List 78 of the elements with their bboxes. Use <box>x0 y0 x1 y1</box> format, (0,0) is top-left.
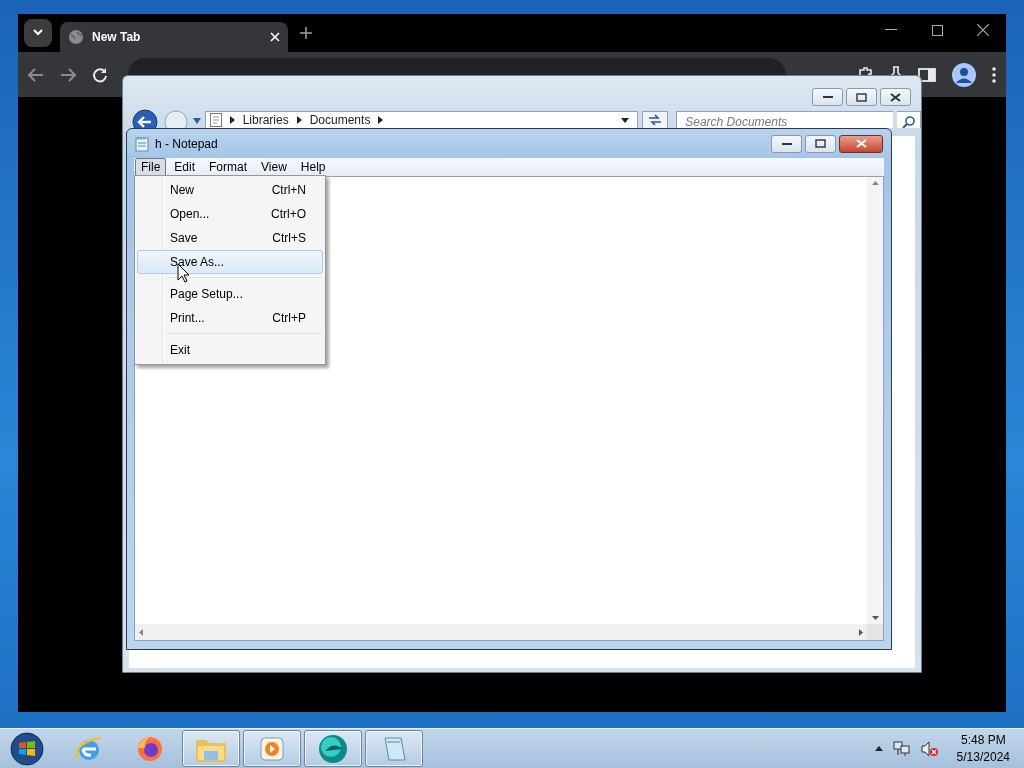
circle-app-icon <box>317 732 349 765</box>
taskbar-button[interactable] <box>365 730 423 767</box>
scroll-down-icon[interactable] <box>871 616 879 620</box>
menu-item-label: Exit <box>170 343 191 357</box>
notepad-icon <box>135 135 149 152</box>
minimize-button[interactable] <box>812 88 843 106</box>
menu-item[interactable]: New Ctrl+N <box>137 178 323 202</box>
forward-icon[interactable] <box>60 67 76 82</box>
refresh-button[interactable] <box>642 111 669 128</box>
profile-avatar[interactable] <box>952 62 976 87</box>
menu-item-label: Save <box>170 231 199 245</box>
tab-search-button[interactable] <box>24 19 52 47</box>
breadcrumb-item[interactable]: Documents <box>309 113 371 127</box>
menu-item-label: Page Setup... <box>170 287 244 301</box>
shortcut-label: Ctrl+N <box>271 183 306 197</box>
restore-icon[interactable] <box>856 92 867 102</box>
menu-item-label: New <box>170 183 195 197</box>
search-icon[interactable] <box>902 115 916 128</box>
back-button[interactable] <box>131 109 159 128</box>
horizontal-scrollbar[interactable] <box>135 624 867 640</box>
shortcut-label: Ctrl+O <box>271 207 306 221</box>
search-button[interactable] <box>897 111 921 128</box>
show-hidden-icons-icon[interactable] <box>874 746 883 751</box>
taskbar-button[interactable] <box>304 730 362 767</box>
clock-time[interactable]: 5:48 PM <box>960 733 1006 747</box>
close-icon[interactable] <box>890 92 901 102</box>
restore-button[interactable] <box>846 88 877 106</box>
taskbar-button[interactable] <box>182 730 240 767</box>
menu-item[interactable]: Save As... <box>137 250 323 274</box>
minimize-icon[interactable] <box>822 95 833 99</box>
back-icon[interactable] <box>28 67 44 82</box>
tab-title: New Tab <box>92 30 142 44</box>
taskbar-button[interactable] <box>243 730 301 767</box>
address-bar[interactable]: Libraries Documents <box>204 111 639 128</box>
close-button[interactable] <box>839 134 883 153</box>
dropdown-arrow-icon[interactable] <box>621 117 630 123</box>
menu-bar-item[interactable]: File <box>135 158 167 176</box>
globe-icon <box>68 29 84 45</box>
menu-bar-item[interactable]: Help <box>294 158 332 176</box>
menu-item[interactable]: Save Ctrl+S <box>137 226 323 250</box>
breadcrumb-item[interactable]: Libraries <box>242 113 289 127</box>
size-grip[interactable] <box>867 624 883 640</box>
new-tab-icon[interactable] <box>300 27 312 39</box>
media-player-icon <box>259 735 285 762</box>
scroll-right-icon[interactable] <box>859 628 863 636</box>
menu-bar-item[interactable]: View <box>255 158 293 176</box>
chevron-down-icon[interactable] <box>32 29 44 37</box>
reload-icon[interactable] <box>92 66 108 83</box>
minimize-button[interactable] <box>771 134 802 153</box>
menu-item-label: Print... <box>170 311 206 325</box>
close-button[interactable] <box>880 88 911 106</box>
clock-date[interactable]: 5/13/2024 <box>956 750 1010 764</box>
menu-item-label: Open... <box>170 207 211 221</box>
scroll-up-icon[interactable] <box>871 181 879 185</box>
refresh-icon[interactable] <box>648 114 663 126</box>
shortcut-label: Ctrl+S <box>272 231 306 245</box>
shortcut-label: Ctrl+P <box>272 311 306 325</box>
side-panel-icon[interactable] <box>918 67 936 82</box>
menu-bar-item[interactable]: Edit <box>168 158 202 176</box>
search-field[interactable]: Search Documents <box>676 111 894 128</box>
library-icon <box>209 113 222 127</box>
menu-item-label: Save As... <box>170 255 226 269</box>
scroll-left-icon[interactable] <box>139 628 143 636</box>
window-title: h - Notepad <box>155 136 219 151</box>
menu-bar-item[interactable]: Format <box>203 158 254 176</box>
vertical-scrollbar[interactable] <box>867 177 883 624</box>
muted-speaker-icon[interactable] <box>920 740 939 757</box>
menu-item[interactable]: Exit <box>137 338 323 362</box>
pin-icon[interactable] <box>890 66 902 75</box>
menu-item[interactable]: Print... Ctrl+P <box>137 306 323 330</box>
browser-tab[interactable]: New Tab <box>60 22 288 52</box>
menu-item[interactable]: Page Setup... <box>137 282 323 306</box>
restore-button[interactable] <box>805 134 836 153</box>
restore-icon[interactable] <box>815 139 826 148</box>
network-icon[interactable] <box>892 740 911 757</box>
puzzle-icon[interactable] <box>858 66 874 75</box>
more-menu-icon[interactable] <box>992 66 996 83</box>
menu-item[interactable]: Open... Ctrl+O <box>137 202 323 226</box>
